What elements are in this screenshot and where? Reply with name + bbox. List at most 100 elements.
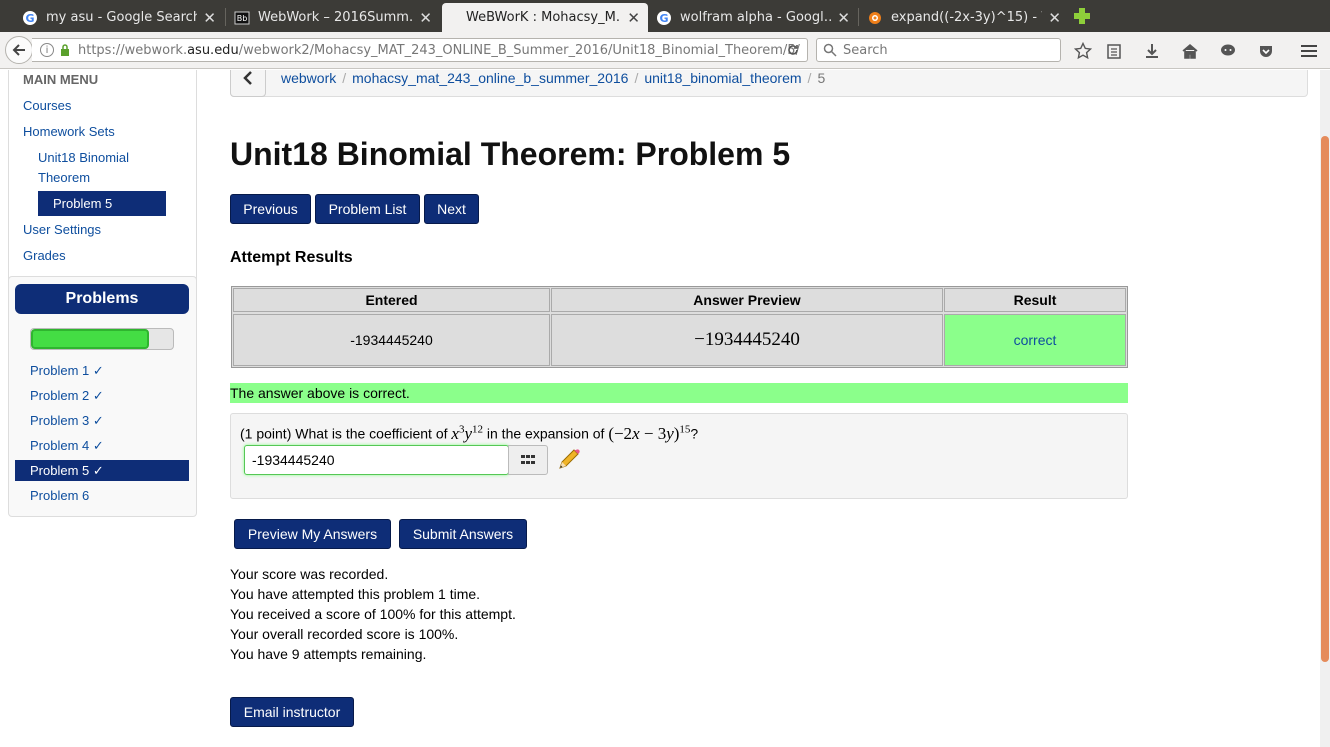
problem-prompt-2: in the expansion of [486,425,605,442]
close-tab-icon[interactable]: ✕ [627,9,640,27]
tab-wolfram-google[interactable]: G wolfram alpha - Googl… ✕ [648,3,858,32]
lock-icon [61,44,69,56]
close-tab-icon[interactable]: ✕ [203,9,216,27]
problems-panel-title: Problems [15,284,189,314]
preview-answers-button[interactable]: Preview My Answers [234,519,391,549]
main-menu-heading: MAIN MENU [23,72,99,87]
search-icon [823,43,837,57]
url-prefix: https://webwork. [78,42,188,58]
result-status: correct [944,314,1126,366]
problem-link-2[interactable]: Problem 2 ✓ [30,388,104,404]
svg-text:Bb: Bb [237,14,248,23]
problem-prompt: (1 point) What is the coefficient of [240,425,448,442]
chat-icon[interactable] [1218,41,1238,61]
browser-search-input[interactable]: Search [816,38,1061,62]
problem-link-3[interactable]: Problem 3 ✓ [30,413,104,429]
url-domain: asu.edu [187,42,239,58]
home-icon[interactable] [1180,41,1200,61]
wolfram-icon [869,11,881,24]
breadcrumb-back-button[interactable] [230,70,266,97]
answer-input[interactable] [244,445,509,475]
svg-text:G: G [659,12,668,25]
bookmark-star-icon[interactable] [1073,41,1093,61]
entered-value: -1934445240 [233,314,550,366]
blackboard-icon: Bb [234,11,250,24]
reading-list-icon[interactable] [1104,41,1124,61]
progress-fill [31,329,149,349]
close-tab-icon[interactable]: ✕ [419,9,432,27]
problem-link-6[interactable]: Problem 6 [30,488,89,503]
page-viewport: MAIN MENU Courses Homework Sets Unit18 B… [0,70,1330,747]
tab-wolfram-alpha[interactable]: expand((-2x-3y)^15) - W… ✕ [859,3,1069,32]
header-answer-preview: Answer Preview [551,288,943,312]
problem-link-1[interactable]: Problem 1 ✓ [30,363,104,379]
menu-link-current-problem[interactable]: Problem 5 [38,191,166,216]
url-bar[interactable]: i https://webwork.asu.edu/webwork2/Mohac… [32,38,808,62]
pencil-icon[interactable] [556,448,582,472]
email-instructor-button[interactable]: Email instructor [230,697,354,727]
hamburger-menu-icon[interactable] [1299,41,1319,61]
new-tab-plus-icon[interactable] [1072,6,1092,26]
close-tab-icon[interactable]: ✕ [837,9,850,27]
tab-google-search[interactable]: G my asu - Google Search ✕ [14,3,224,32]
page-scrollbar[interactable] [1320,70,1330,747]
score-line: You received a score of 100% for this at… [230,606,516,622]
tab-title: expand((-2x-3y)^15) - W… [891,10,1042,25]
header-result: Result [944,288,1126,312]
problem-statement: (1 point) What is the coefficient of x3y… [240,423,698,444]
breadcrumb-webwork[interactable]: webwork [281,70,336,86]
close-tab-icon[interactable]: ✕ [1048,9,1061,27]
score-line: Your score was recorded. [230,566,389,582]
breadcrumb-set[interactable]: unit18_binomial_theorem [644,70,801,86]
breadcrumb-separator: / [342,70,347,86]
problem-link-5-active[interactable]: Problem 5 ✓ [15,460,189,481]
equation-editor-button[interactable] [508,445,548,475]
menu-link-courses[interactable]: Courses [23,98,71,113]
header-entered: Entered [233,288,550,312]
score-line: You have 9 attempts remaining. [230,646,427,662]
chevron-left-icon [243,70,252,85]
google-icon: G [657,10,671,25]
menu-link-homework-sets[interactable]: Homework Sets [23,124,115,139]
browser-back-button[interactable] [5,36,33,64]
problems-progress-bar [30,328,174,350]
tab-title: WebWork – 2016Summ… [258,10,414,25]
tab-webwork-blackboard[interactable]: Bb WebWork – 2016Summ… ✕ [226,3,440,32]
math-term: x3y12 [451,423,483,443]
menu-link-user-settings[interactable]: User Settings [23,222,101,237]
problem-list-button[interactable]: Problem List [315,194,420,224]
breadcrumb-current: 5 [817,70,826,86]
menu-link-unit18-line2[interactable]: Theorem [38,170,90,185]
score-messages: Your score was recorded. You have attemp… [230,564,516,664]
tab-title: wolfram alpha - Googl… [680,10,832,25]
breadcrumb-separator: / [807,70,812,86]
url-text: https://webwork.asu.edu/webwork2/Mohacsy… [78,43,800,58]
tab-webwork-active[interactable]: WeBWorK : Mohacsy_M… ✕ [442,3,648,32]
tab-title: WeBWorK : Mohacsy_M… [466,10,622,25]
page-title: Unit18 Binomial Theorem: Problem 5 [230,136,791,172]
next-button[interactable]: Next [424,194,479,224]
browser-nav-bar: i https://webwork.asu.edu/webwork2/Mohac… [0,32,1330,69]
grid-icon [521,455,535,464]
browser-tab-bar: G my asu - Google Search ✕ Bb WebWork – … [0,0,1330,32]
breadcrumb-course[interactable]: mohacsy_mat_243_online_b_summer_2016 [352,70,628,86]
scrollbar-thumb[interactable] [1321,136,1329,662]
download-icon[interactable] [1142,41,1162,61]
pocket-icon[interactable] [1256,41,1276,61]
back-arrow-icon [12,44,25,56]
breadcrumb-trail: webwork / mohacsy_mat_243_online_b_summer_… [281,70,825,86]
reload-icon[interactable] [785,42,801,58]
correct-message: The answer above is correct. [230,383,1128,403]
math-expression: (−2x − 3y)15 [608,423,691,443]
menu-link-grades[interactable]: Grades [23,248,66,263]
attempt-results-table: Entered Answer Preview Result -193444524… [231,286,1128,368]
submit-answers-button[interactable]: Submit Answers [399,519,527,549]
google-icon: G [23,10,37,25]
problem-link-4[interactable]: Problem 4 ✓ [30,438,104,454]
previous-button[interactable]: Previous [230,194,311,224]
question-mark: ? [690,425,699,442]
info-icon[interactable]: i [40,43,54,57]
score-line: Your overall recorded score is 100%. [230,626,459,642]
url-path: /webwork2/Mohacsy_MAT_243_ONLINE_B_Summe… [238,42,800,58]
menu-link-unit18-line1[interactable]: Unit18 Binomial [38,150,129,165]
